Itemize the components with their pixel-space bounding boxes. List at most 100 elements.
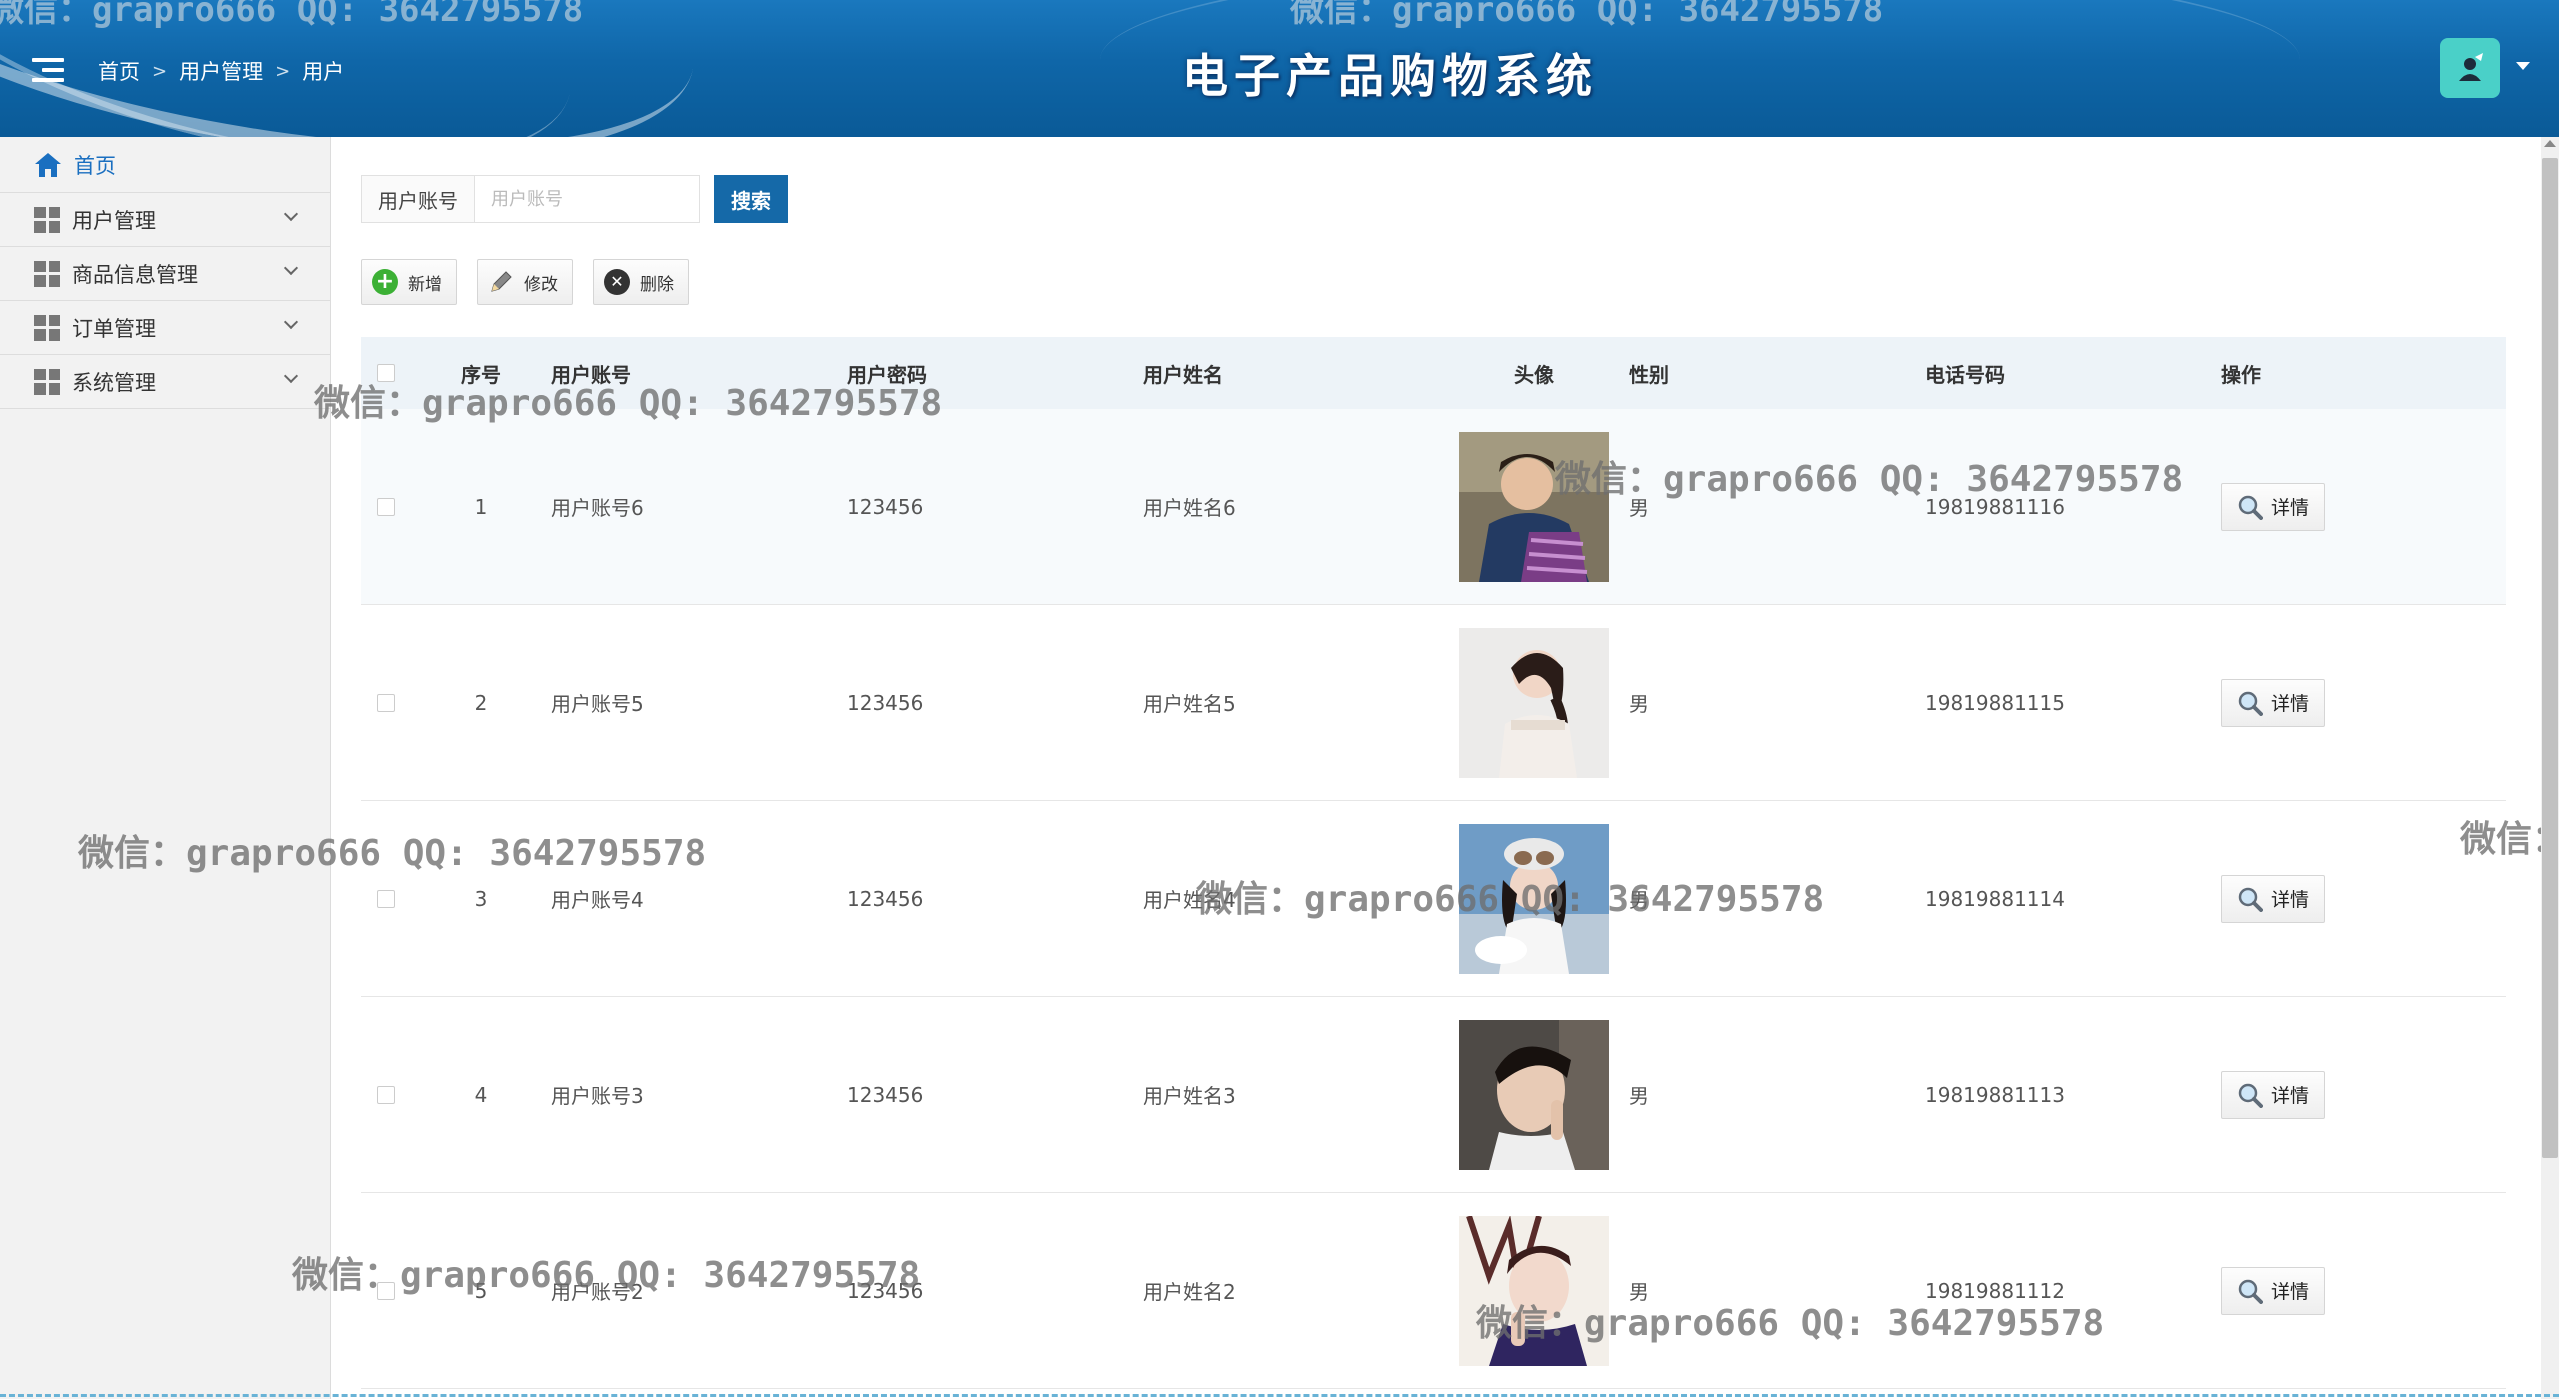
sidebar: 首页 用户管理 商品信息管理 订单管理 系统管理	[0, 137, 331, 1399]
cell-gender: 男	[1629, 692, 1649, 716]
cell-password: 123456	[847, 690, 924, 715]
breadcrumb-separator-icon: >	[275, 60, 291, 82]
cell-phone: 19819881112	[1925, 1278, 2065, 1303]
chevron-down-icon	[283, 368, 299, 384]
row-checkbox[interactable]	[377, 1281, 395, 1300]
detail-button-label: 详情	[2270, 889, 2309, 911]
delete-button[interactable]: ✕ 删除	[593, 259, 689, 305]
cell-account: 用户账号5	[551, 692, 644, 716]
sidebar-item-label: 用户管理	[72, 208, 156, 233]
breadcrumb: 首页 > 用户管理 > 用户	[98, 56, 344, 86]
cell-name: 用户姓名5	[1143, 692, 1236, 716]
breadcrumb-home[interactable]: 首页	[98, 56, 140, 86]
cell-name: 用户姓名6	[1143, 496, 1236, 520]
bottom-border	[0, 1394, 2559, 1397]
scroll-up-arrow-icon[interactable]	[2544, 140, 2556, 147]
close-circle-icon: ✕	[604, 269, 630, 295]
column-header: 头像	[1514, 362, 1554, 387]
plus-icon: +	[372, 269, 398, 295]
cell-password: 123456	[847, 1278, 924, 1303]
sidebar-item-label: 商品信息管理	[72, 262, 198, 287]
cell-gender: 男	[1629, 888, 1649, 912]
cell-no: 2	[474, 690, 488, 715]
cell-name: 用户姓名3	[1143, 1084, 1236, 1108]
hamburger-menu-icon[interactable]	[32, 58, 64, 82]
cell-gender: 男	[1629, 1280, 1649, 1304]
edit-button-label: 修改	[524, 274, 558, 295]
sidebar-item-order-management[interactable]: 订单管理	[0, 301, 330, 355]
row-checkbox[interactable]	[377, 497, 395, 516]
detail-button[interactable]: 详情	[2221, 1070, 2325, 1119]
breadcrumb-user: 用户	[302, 60, 345, 84]
breadcrumb-user-management[interactable]: 用户管理	[179, 56, 263, 86]
sidebar-item-label: 首页	[74, 153, 116, 178]
cell-account: 用户账号3	[551, 1084, 644, 1108]
chevron-down-icon[interactable]	[2516, 62, 2530, 70]
detail-button[interactable]: 详情	[2221, 1266, 2325, 1315]
cell-no: 4	[474, 1082, 488, 1107]
magnifier-icon	[2238, 495, 2263, 520]
search-bar: 用户账号 搜索	[361, 175, 788, 223]
cell-password: 123456	[847, 886, 924, 911]
column-header: 序号	[461, 362, 501, 387]
cell-gender: 男	[1629, 1084, 1649, 1108]
column-header: 用户账号	[551, 362, 631, 387]
detail-button[interactable]: 详情	[2221, 678, 2325, 727]
sidebar-item-product-management[interactable]: 商品信息管理	[0, 247, 330, 301]
column-header: 操作	[2221, 362, 2261, 387]
scrollbar-thumb[interactable]	[2542, 158, 2558, 1158]
cell-name: 用户姓名2	[1143, 1280, 1236, 1304]
grid-icon	[34, 314, 60, 341]
sidebar-item-label: 订单管理	[72, 316, 156, 341]
avatar-photo	[1459, 1019, 1609, 1170]
main-content: 用户账号 搜索 + 新增 修改 ✕ 删除 序号 用户账号 用户密码	[331, 137, 2541, 1399]
sidebar-item-system-management[interactable]: 系统管理	[0, 355, 330, 409]
cell-phone: 19819881114	[1925, 886, 2065, 911]
row-checkbox[interactable]	[377, 1085, 395, 1104]
row-checkbox[interactable]	[377, 693, 395, 712]
detail-button-label: 详情	[2270, 693, 2309, 715]
sidebar-item-user-management[interactable]: 用户管理	[0, 193, 330, 247]
table-header: 序号 用户账号 用户密码 用户姓名 头像 性别 电话号码 操作	[361, 337, 2506, 409]
cell-account: 用户账号2	[551, 1280, 644, 1304]
search-button[interactable]: 搜索	[714, 175, 788, 223]
breadcrumb-separator-icon: >	[152, 60, 168, 82]
table-row[interactable]: 1 用户账号6 123456 用户姓名6 男 19819881116 详情	[361, 409, 2506, 605]
magnifier-icon	[2238, 691, 2263, 716]
magnifier-icon	[2238, 1083, 2263, 1108]
cell-phone: 19819881115	[1925, 690, 2065, 715]
grid-icon	[34, 206, 60, 233]
cell-phone: 19819881116	[1925, 494, 2065, 519]
detail-button[interactable]: 详情	[2221, 874, 2325, 923]
cell-name: 用户姓名4	[1143, 888, 1236, 912]
pencil-icon	[488, 269, 514, 295]
sidebar-item-label: 系统管理	[72, 370, 156, 395]
detail-button[interactable]: 详情	[2221, 482, 2325, 531]
detail-button-label: 详情	[2270, 1281, 2309, 1303]
header-decoration	[1100, 0, 2300, 137]
cell-account: 用户账号6	[551, 496, 644, 520]
avatar-photo	[1459, 627, 1609, 778]
cell-no: 1	[474, 494, 488, 519]
edit-button[interactable]: 修改	[477, 259, 573, 305]
cell-no: 3	[474, 886, 488, 911]
select-all-checkbox[interactable]	[377, 364, 395, 382]
add-button-label: 新增	[408, 274, 442, 295]
table-row[interactable]: 5 用户账号2 123456 用户姓名2 男 19819881112 详情	[361, 1193, 2506, 1389]
detail-button-label: 详情	[2270, 497, 2309, 519]
cell-gender: 男	[1629, 496, 1649, 520]
avatar-photo	[1459, 431, 1609, 582]
table-row[interactable]: 4 用户账号3 123456 用户姓名3 男 19819881113 详情	[361, 997, 2506, 1193]
cell-password: 123456	[847, 494, 924, 519]
avatar-photo	[1459, 823, 1609, 974]
toolbar: + 新增 修改 ✕ 删除	[361, 259, 689, 305]
search-input[interactable]	[474, 175, 700, 223]
table-row[interactable]: 2 用户账号5 123456 用户姓名5 男 19819881115 详情	[361, 605, 2506, 801]
add-button[interactable]: + 新增	[361, 259, 457, 305]
cell-no: 5	[474, 1278, 488, 1303]
user-avatar-icon[interactable]	[2440, 38, 2500, 98]
sidebar-item-home[interactable]: 首页	[0, 137, 330, 193]
row-checkbox[interactable]	[377, 889, 395, 908]
table-row[interactable]: 3 用户账号4 123456 用户姓名4 男 19819881114 详情	[361, 801, 2506, 997]
magnifier-icon	[2238, 887, 2263, 912]
